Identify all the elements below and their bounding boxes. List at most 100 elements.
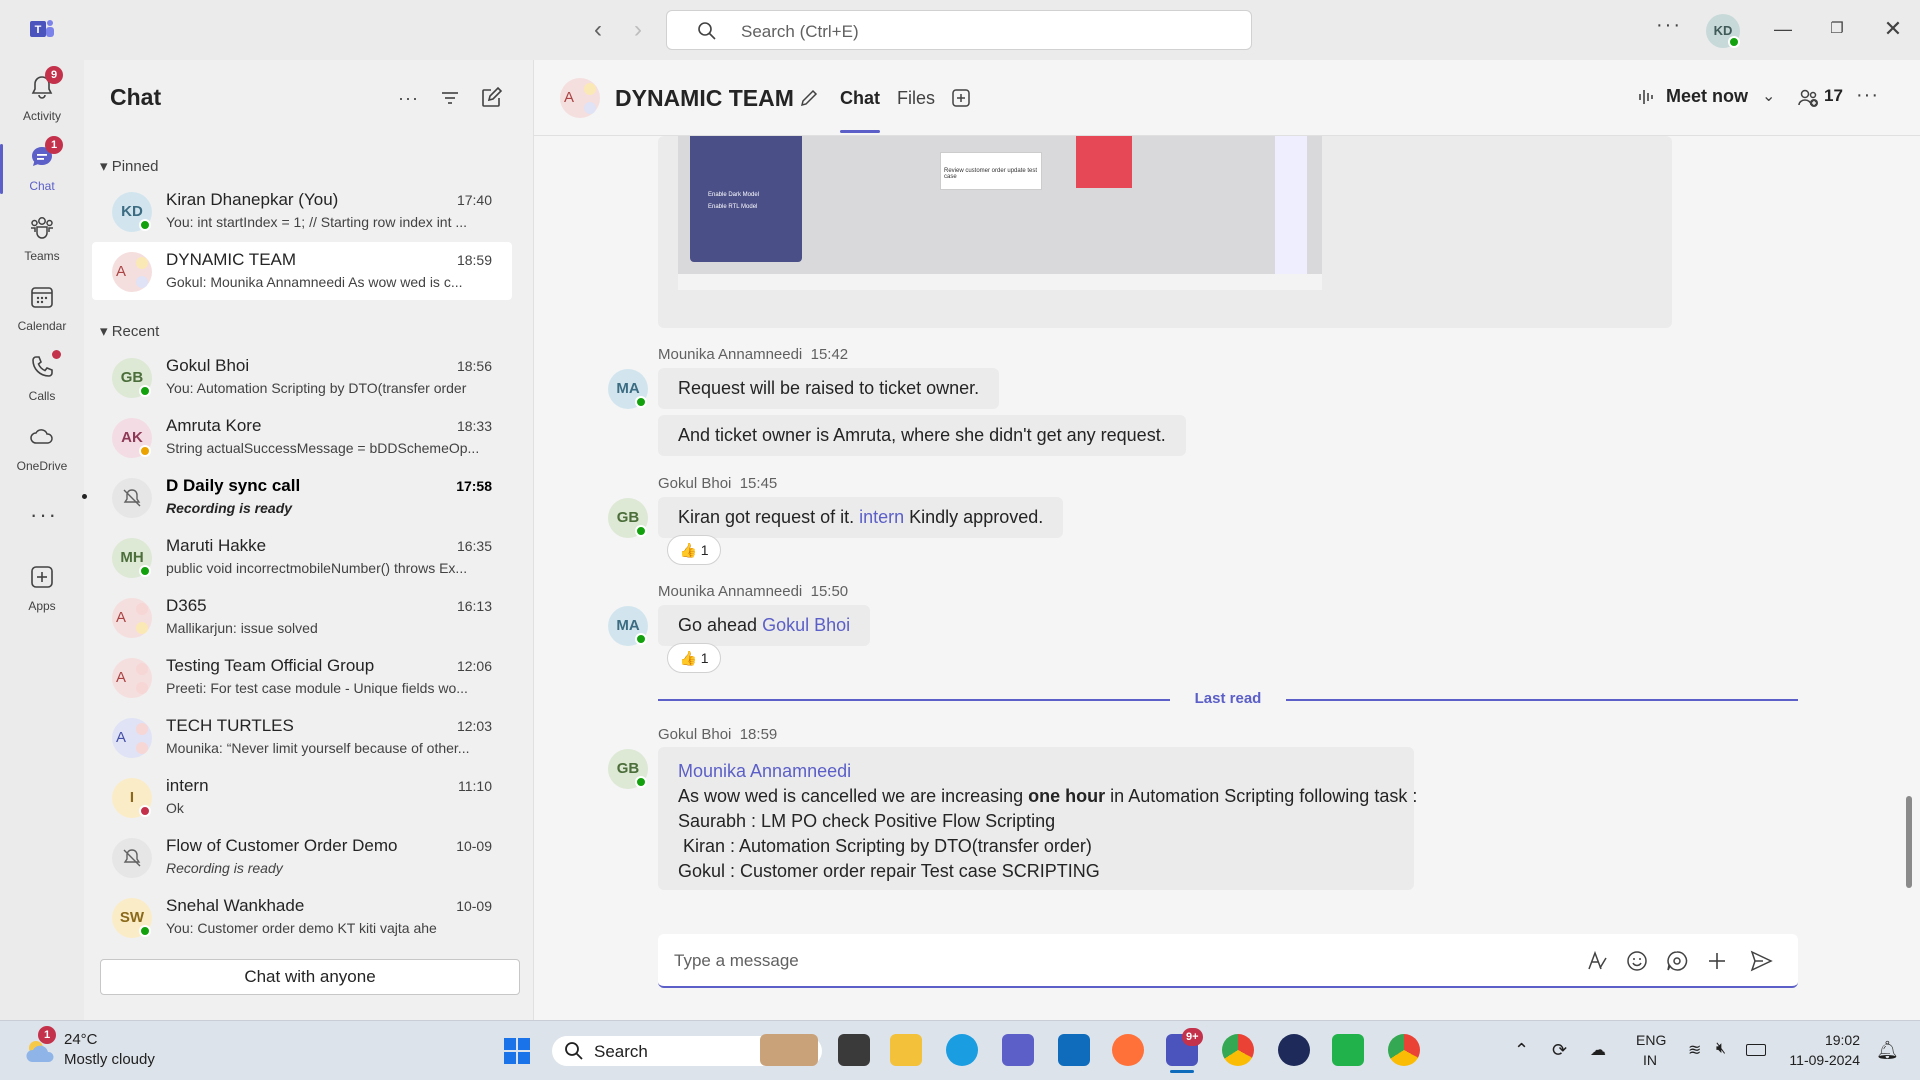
store-icon[interactable] [1058,1034,1090,1066]
chat-preview: You: Automation Scripting by DTO(transfe… [166,380,467,396]
message-line: Gokul : Customer order repair Test case … [678,861,1100,881]
message-bubble[interactable]: Go ahead Gokul Bhoi [658,605,871,646]
chat-item-dynamic-team[interactable]: A DYNAMIC TEAM 18:59 Gokul: Mounika Anna… [92,242,512,300]
away-status-icon [139,445,151,457]
chat-item-daily-sync[interactable]: D Daily sync call 17:58 Recording is rea… [82,468,512,526]
format-text-icon[interactable] [1584,948,1610,974]
chat-item-intern[interactable]: I intern 11:10 Ok [92,768,512,826]
add-icon[interactable] [1704,948,1730,974]
message-sender: Mounika Annamneedi [658,346,803,363]
rail-onedrive[interactable]: OneDrive [0,416,84,482]
tab-files[interactable]: Files [897,88,935,109]
language-region[interactable]: IN [1643,1052,1657,1068]
mention-link[interactable]: Gokul Bhoi [762,615,850,635]
chat-item-flow-demo[interactable]: Flow of Customer Order Demo 10-09 Record… [92,828,512,886]
rail-activity[interactable]: 9 Activity [0,66,84,132]
network-offline-icon[interactable]: ☁ [1590,1040,1606,1060]
message-compose-box[interactable]: Type a message [658,934,1798,988]
chat-time: 18:59 [456,252,492,268]
chat-name: Amruta Kore [166,416,262,435]
edit-pencil-icon[interactable] [798,87,820,109]
rail-apps[interactable]: Apps [0,556,84,622]
tab-chat[interactable]: Chat [840,88,880,133]
vpn-app-icon[interactable] [1278,1034,1310,1066]
close-icon[interactable]: ✕ [1878,14,1908,44]
chat-item-snehal[interactable]: SW Snehal Wankhade 10-09 You: Customer o… [92,888,512,946]
participants-icon[interactable] [1796,86,1820,110]
send-icon[interactable] [1748,948,1774,974]
restore-icon[interactable]: ❐ [1822,14,1852,44]
task-view-icon[interactable] [838,1034,870,1066]
recent-section-header[interactable]: ▾ Recent [100,322,159,340]
new-chat-icon[interactable] [479,86,503,110]
chrome-icon[interactable] [1222,1034,1254,1066]
back-arrow-icon[interactable]: ‹ [584,16,612,44]
chat-with-anyone-button[interactable]: Chat with anyone [100,959,520,995]
chat-item-tech-turtles[interactable]: A TECH TURTLES 12:03 Mounika: “Never lim… [92,708,512,766]
sync-icon[interactable]: ⟳ [1552,1040,1567,1061]
filter-icon[interactable] [438,86,462,110]
loop-component-icon[interactable] [1664,948,1690,974]
chevron-up-icon[interactable]: ⌃ [1514,1040,1529,1061]
profile-avatar[interactable]: KD [1706,14,1740,48]
rail-calendar[interactable]: Calendar [0,276,84,342]
like-reaction[interactable]: 👍 1 [667,643,721,673]
more-options-icon[interactable]: ··· [398,86,422,110]
speaker-muted-icon[interactable]: 🔇︎ [1716,1040,1726,1058]
message-bubble[interactable]: And ticket owner is Amruta, where she di… [658,415,1186,456]
audio-wave-icon [1639,90,1653,104]
message-bubble[interactable]: Mounika Annamneedi As wow wed is cancell… [658,747,1417,890]
mention-link[interactable]: intern [859,507,904,527]
chat-item-gokul[interactable]: GB Gokul Bhoi 18:56 You: Automation Scri… [92,348,512,406]
more-options-icon[interactable]: ··· [1656,14,1682,37]
caret-down-icon: ▾ [100,158,112,175]
language-indicator[interactable]: ENG [1636,1032,1666,1048]
chat-item-maruti[interactable]: MH Maruti Hakke 16:35 public void incorr… [92,528,512,586]
chat-preview: Ok [166,800,184,816]
chevron-down-icon[interactable]: ⌄ [1762,86,1775,106]
clock-time[interactable]: 19:02 [1800,1032,1860,1048]
rail-teams[interactable]: Teams [0,206,84,272]
minimize-icon[interactable]: — [1768,14,1798,44]
clock-date[interactable]: 11-09-2024 [1786,1052,1860,1068]
meet-now-button[interactable]: Meet now [1666,86,1748,107]
add-tab-icon[interactable] [950,87,972,109]
chrome-icon[interactable] [1388,1034,1420,1066]
windows-start-icon[interactable] [502,1036,532,1066]
rail-chat[interactable]: 1 Chat [0,136,84,202]
firefox-icon[interactable] [1112,1034,1144,1066]
weather-desc[interactable]: Mostly cloudy [64,1051,155,1068]
more-apps-icon[interactable]: ··· [30,502,58,528]
online-status-icon [139,565,151,577]
wifi-icon[interactable]: ≋ [1688,1040,1701,1060]
file-explorer-icon[interactable] [890,1034,922,1066]
chat-time: 11:10 [458,778,492,794]
teams-personal-icon[interactable] [1002,1034,1034,1066]
search-input[interactable]: Search (Ctrl+E) [666,10,1252,50]
chat-item-kiran[interactable]: KD Kiran Dhanepkar (You) 17:40 You: int … [92,182,512,240]
rail-calls[interactable]: Calls [0,346,84,412]
message-bubble[interactable]: Kiran got request of it. intern Kindly a… [658,497,1064,538]
teams-logo-icon[interactable]: T [28,16,56,44]
mention-link[interactable]: Mounika Annamneedi [678,759,1394,784]
scrollbar[interactable] [1906,796,1912,888]
rail-label: Apps [28,599,56,613]
spreadsheet-app-icon[interactable] [1332,1034,1364,1066]
chat-item-d365[interactable]: A D365 16:13 Mallikarjun: issue solved [92,588,512,646]
weather-temp[interactable]: 24°C [64,1031,98,1048]
chat-item-testing-team[interactable]: A Testing Team Official Group 12:06 Pree… [92,648,512,706]
active-app-indicator [1170,1070,1194,1073]
emoji-icon[interactable] [1624,948,1650,974]
like-reaction[interactable]: 👍 1 [667,535,721,565]
more-options-icon[interactable]: ··· [1856,84,1879,107]
pinned-section-header[interactable]: ▾ Pinned [100,157,158,175]
chat-time: 10-09 [456,838,492,854]
chat-item-amruta[interactable]: AK Amruta Kore 18:33 String actualSucces… [92,408,512,466]
edge-icon[interactable] [946,1034,978,1066]
calls-notification-dot [52,350,61,359]
attached-screenshot-image[interactable]: Enable Dark Model Enable RTL Model Revie… [678,136,1322,290]
battery-icon[interactable] [1746,1044,1766,1056]
notification-bell-icon[interactable]: 🔔︎ [1876,1040,1899,1061]
message-bubble[interactable]: Request will be raised to ticket owner. [658,368,1000,409]
forward-arrow-icon[interactable]: › [624,16,652,44]
